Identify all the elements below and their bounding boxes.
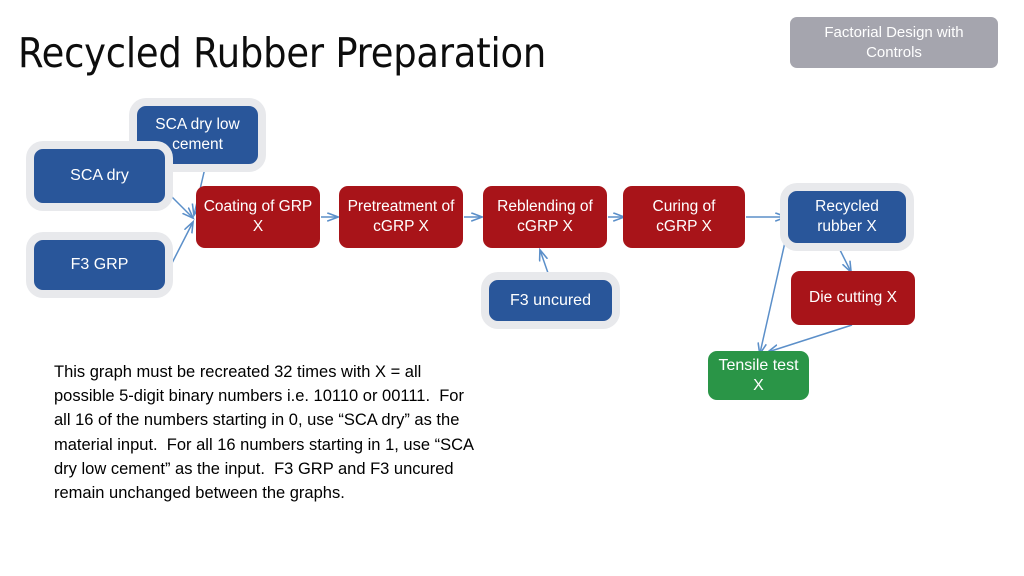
slide-canvas: Recycled Rubber Preparation Factorial De… <box>0 0 1024 576</box>
node-label: Reblending of cGRP X <box>497 198 593 235</box>
node-tensile-test[interactable]: Tensile test X <box>708 351 809 400</box>
node-curing-of-cgrp[interactable]: Curing of cGRP X <box>623 186 745 248</box>
node-label: Pretreatment of cGRP X <box>347 198 455 235</box>
node-label: F3 uncured <box>510 291 591 309</box>
node-f3-uncured[interactable]: F3 uncured <box>488 279 613 322</box>
node-label: Die cutting X <box>809 289 897 306</box>
node-die-cutting[interactable]: Die cutting X <box>791 271 915 325</box>
node-coating-of-grp[interactable]: Coating of GRP X <box>196 186 320 248</box>
node-sca-dry[interactable]: SCA dry <box>33 148 166 204</box>
node-reblending-of-cgrp[interactable]: Reblending of cGRP X <box>483 186 607 248</box>
node-pretreatment-of-cgrp[interactable]: Pretreatment of cGRP X <box>339 186 463 248</box>
node-label: Recycled rubber X <box>815 198 879 235</box>
node-label: Tensile test X <box>718 356 799 394</box>
node-label: Curing of cGRP X <box>652 198 716 235</box>
connector-tensile-test-to-recycled-rubber <box>760 220 790 353</box>
description-paragraph: This graph must be recreated 32 times wi… <box>54 363 478 503</box>
connector-sca-dry-to-coating <box>169 194 193 218</box>
node-recycled-rubber[interactable]: Recycled rubber X <box>787 190 907 244</box>
connector-recycled-rubber-to-die-cutting <box>837 245 851 272</box>
node-f3-grp[interactable]: F3 GRP <box>33 239 166 291</box>
node-label: Coating of GRP X <box>203 198 313 235</box>
node-label: F3 GRP <box>70 256 129 273</box>
connector-f3-grp-to-coating <box>170 222 193 266</box>
connector-die-cutting-to-tensile-test <box>768 324 853 352</box>
corner-badge-factorial-design[interactable]: Factorial Design with Controls <box>790 17 998 68</box>
page-title: Recycled Rubber Preparation <box>18 29 547 77</box>
node-label: SCA dry <box>70 167 129 184</box>
connector-f3-uncured-to-reblending <box>540 250 549 274</box>
